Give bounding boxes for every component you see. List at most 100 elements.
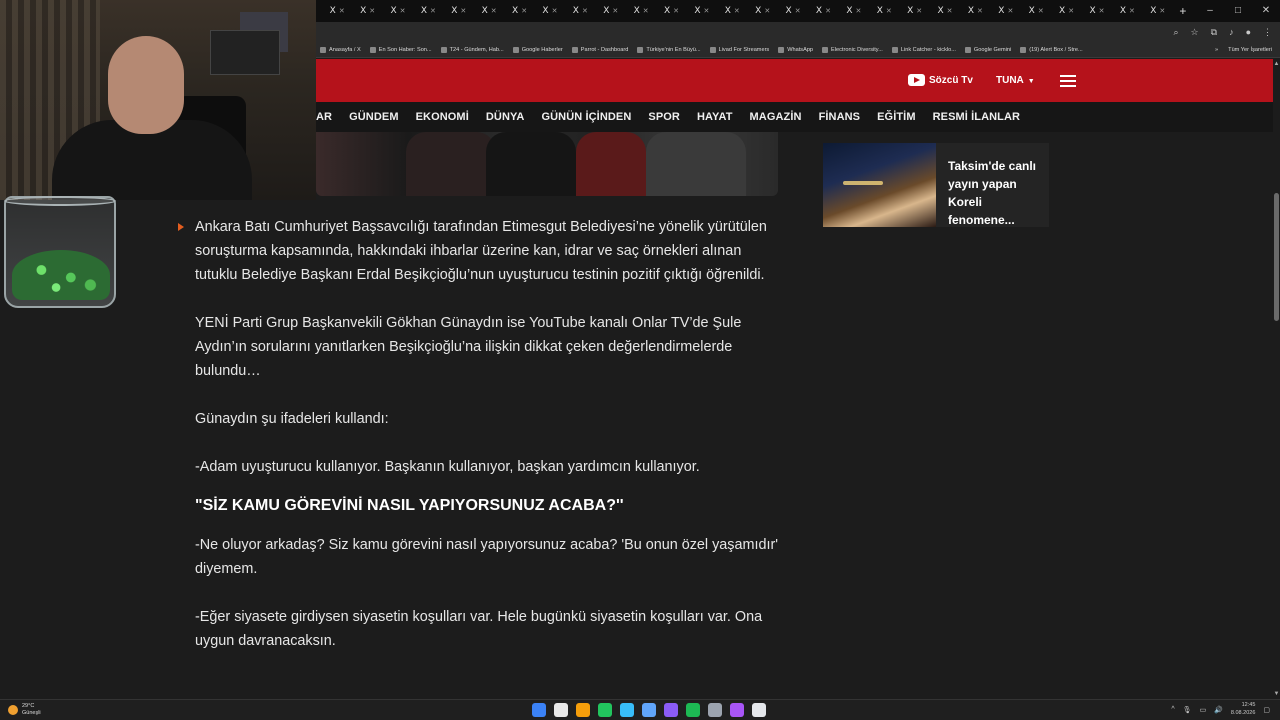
taskbar-app-icon[interactable]: [708, 703, 722, 717]
browser-tab[interactable]: X ✕: [626, 0, 656, 22]
close-tab-icon[interactable]: ✕: [521, 7, 527, 15]
all-bookmarks-button[interactable]: Tüm Yer İşaretleri: [1228, 47, 1272, 53]
nav-item[interactable]: FİNANS: [819, 111, 861, 123]
taskbar-app-icon[interactable]: [686, 703, 700, 717]
bookmark-item[interactable]: WhatsApp: [778, 46, 813, 53]
scrollbar-thumb[interactable]: [1274, 193, 1279, 321]
close-tab-icon[interactable]: ✕: [339, 7, 345, 15]
clock[interactable]: 12:45 8.08.2026: [1231, 702, 1255, 717]
close-tab-icon[interactable]: ✕: [673, 7, 679, 15]
close-tab-icon[interactable]: ✕: [1129, 7, 1135, 15]
close-tab-icon[interactable]: ✕: [947, 7, 953, 15]
browser-tab[interactable]: X ✕: [535, 0, 565, 22]
browser-tab[interactable]: X ✕: [596, 0, 626, 22]
nav-item[interactable]: HAYAT: [697, 111, 733, 123]
browser-tab[interactable]: X ✕: [808, 0, 838, 22]
close-tab-icon[interactable]: ✕: [491, 7, 497, 15]
menu-icon[interactable]: ⋮: [1263, 27, 1272, 38]
nav-item[interactable]: MAGAZİN: [750, 111, 802, 123]
nav-item[interactable]: GÜNDEM: [349, 111, 399, 123]
bookmark-item[interactable]: Türkiye'nin En Büyü...: [637, 46, 701, 53]
extensions-icon[interactable]: ⧉: [1211, 27, 1217, 38]
search-icon[interactable]: ⌕: [1174, 27, 1179, 38]
nav-item[interactable]: AR: [316, 111, 332, 123]
network-icon[interactable]: ▭: [1200, 706, 1207, 714]
star-icon[interactable]: ☆: [1191, 27, 1199, 38]
close-tab-icon[interactable]: ✕: [704, 7, 710, 15]
bookmark-item[interactable]: Electronic Diversity...: [822, 46, 883, 53]
taskbar-app-icon[interactable]: [620, 703, 634, 717]
browser-tab[interactable]: X ✕: [565, 0, 595, 22]
taskbar-app-icon[interactable]: [664, 703, 678, 717]
bookmark-item[interactable]: Link Catcher - kicklo...: [891, 46, 956, 53]
browser-tab[interactable]: X ✕: [930, 0, 960, 22]
weather-widget[interactable]: 29°C Güneşli: [8, 703, 41, 717]
nav-item[interactable]: SPOR: [648, 111, 680, 123]
close-tab-icon[interactable]: ✕: [612, 7, 618, 15]
close-tab-icon[interactable]: ✕: [1099, 7, 1105, 15]
browser-tab[interactable]: X ✕: [869, 0, 899, 22]
browser-tab[interactable]: X ✕: [899, 0, 929, 22]
taskbar-app-icon[interactable]: [730, 703, 744, 717]
browser-tab[interactable]: X ✕: [747, 0, 777, 22]
taskbar-app-icon[interactable]: [642, 703, 656, 717]
volume-icon[interactable]: 🔊: [1214, 706, 1223, 714]
nav-item[interactable]: DÜNYA: [486, 111, 525, 123]
browser-tab[interactable]: X ✕: [839, 0, 869, 22]
media-icon[interactable]: ♪: [1229, 27, 1234, 37]
close-tab-icon[interactable]: ✕: [795, 7, 801, 15]
taskbar-app-icon[interactable]: [554, 703, 568, 717]
close-tab-icon[interactable]: ✕: [430, 7, 436, 15]
nav-item[interactable]: GÜNÜN İÇİNDEN: [541, 111, 631, 123]
browser-tab[interactable]: X ✕: [444, 0, 474, 22]
bookmark-item[interactable]: T24 - Gündem, Hab...: [440, 46, 504, 53]
nav-item[interactable]: EĞİTİM: [877, 111, 916, 123]
tray-chevron-icon[interactable]: ^: [1171, 706, 1174, 713]
browser-tab[interactable]: X ✕: [383, 0, 413, 22]
bookmark-item[interactable]: Livad For Streamers: [709, 46, 769, 53]
hamburger-menu-icon[interactable]: [1060, 75, 1076, 87]
bookmark-item[interactable]: Google Gemini: [964, 46, 1011, 53]
close-tab-icon[interactable]: ✕: [977, 7, 983, 15]
scroll-up-icon[interactable]: ▲: [1273, 61, 1280, 67]
page-scrollbar[interactable]: ▲ ▼: [1273, 59, 1280, 699]
close-tab-icon[interactable]: ✕: [1068, 7, 1074, 15]
browser-tab[interactable]: X ✕: [656, 0, 686, 22]
bookmark-item[interactable]: Anasayfa / X: [320, 46, 361, 53]
new-tab-button[interactable]: +: [1173, 4, 1193, 18]
browser-tab[interactable]: X ✕: [1143, 0, 1173, 22]
maximize-button[interactable]: □: [1224, 0, 1252, 22]
close-tab-icon[interactable]: ✕: [1007, 7, 1013, 15]
browser-tab[interactable]: X ✕: [778, 0, 808, 22]
close-tab-icon[interactable]: ✕: [916, 7, 922, 15]
taskbar-app-icon[interactable]: [752, 703, 766, 717]
sozcu-tv-link[interactable]: Sözcü Tv: [908, 74, 973, 86]
browser-tab[interactable]: X ✕: [687, 0, 717, 22]
browser-tab[interactable]: X ✕: [1051, 0, 1081, 22]
browser-tab[interactable]: X ✕: [504, 0, 534, 22]
nav-item[interactable]: RESMİ İLANLAR: [933, 111, 1020, 123]
browser-tab[interactable]: X ✕: [991, 0, 1021, 22]
bookmark-item[interactable]: (19) Alert Box / Stre...: [1020, 46, 1083, 53]
browser-tab[interactable]: X ✕: [960, 0, 990, 22]
user-menu[interactable]: TUNA ▼: [996, 75, 1035, 86]
related-news-card[interactable]: Taksim'de canlı yayın yapan Koreli fenom…: [823, 143, 1049, 227]
profile-icon[interactable]: ●: [1246, 27, 1251, 37]
taskbar-app-icon[interactable]: [532, 703, 546, 717]
taskbar-app-icon[interactable]: [598, 703, 612, 717]
nav-item[interactable]: EKONOMİ: [416, 111, 469, 123]
close-tab-icon[interactable]: ✕: [582, 7, 588, 15]
close-tab-icon[interactable]: ✕: [1038, 7, 1044, 15]
close-tab-icon[interactable]: ✕: [1159, 7, 1165, 15]
browser-tab[interactable]: X ✕: [474, 0, 504, 22]
close-tab-icon[interactable]: ✕: [460, 7, 466, 15]
scroll-down-icon[interactable]: ▼: [1273, 691, 1280, 697]
browser-tab[interactable]: X ✕: [717, 0, 747, 22]
close-tab-icon[interactable]: ✕: [825, 7, 831, 15]
close-window-button[interactable]: ✕: [1252, 0, 1280, 22]
close-tab-icon[interactable]: ✕: [764, 7, 770, 15]
bookmark-item[interactable]: En Son Haber: Son...: [369, 46, 432, 53]
browser-tab[interactable]: X ✕: [1021, 0, 1051, 22]
close-tab-icon[interactable]: ✕: [400, 7, 406, 15]
minimize-button[interactable]: –: [1196, 0, 1224, 22]
